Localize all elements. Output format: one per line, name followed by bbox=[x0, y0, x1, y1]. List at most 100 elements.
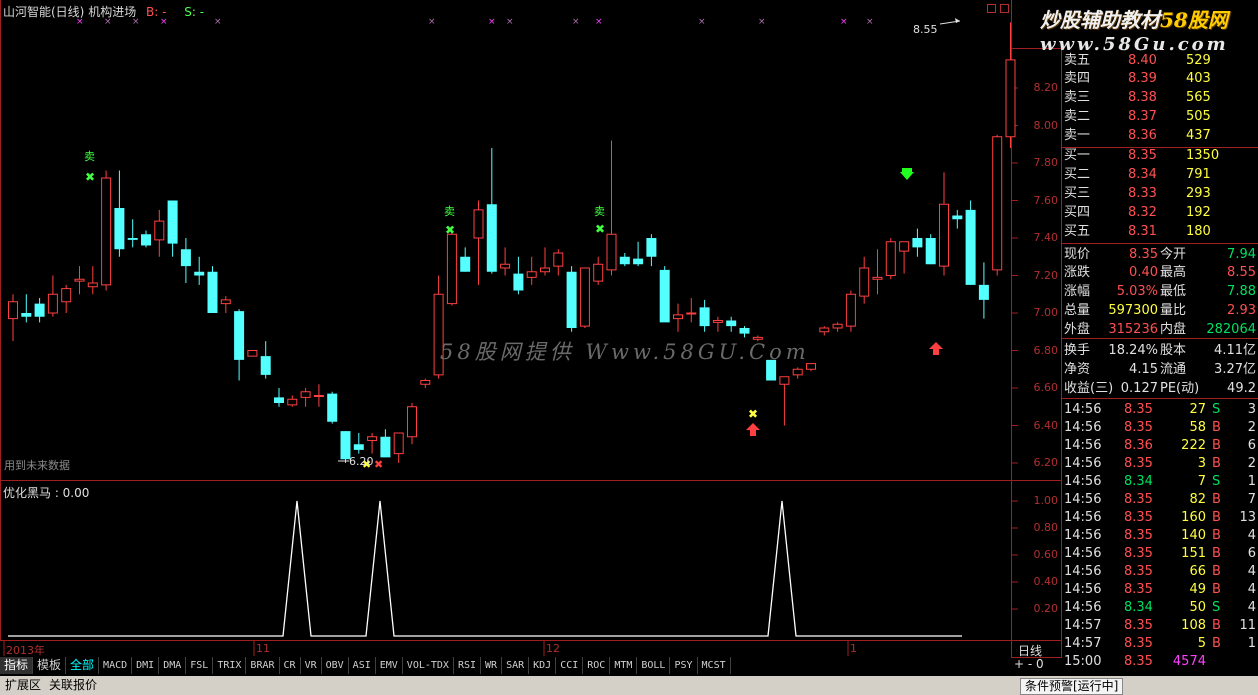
order-book-volume: 1350 bbox=[1186, 148, 1220, 163]
sell-marker: 卖 bbox=[594, 205, 605, 218]
candle-up bbox=[540, 267, 550, 273]
order-book-label: 买四 bbox=[1064, 205, 1091, 220]
tab-dmi[interactable]: DMI bbox=[132, 657, 160, 674]
candle-up bbox=[446, 233, 457, 305]
candle-down bbox=[260, 356, 271, 375]
candle-up bbox=[1005, 59, 1016, 138]
tick-volume: 27 bbox=[1189, 402, 1206, 417]
zoom-controls[interactable]: + - 0 bbox=[1014, 657, 1044, 671]
candle-down bbox=[207, 271, 218, 313]
tab-指标[interactable]: 指标 bbox=[0, 657, 34, 674]
tick-volume: 160 bbox=[1181, 510, 1206, 525]
related-quote-button[interactable]: 关联报价 bbox=[46, 677, 100, 693]
close-icon[interactable] bbox=[1000, 4, 1009, 13]
tick-volume: 108 bbox=[1181, 618, 1206, 633]
order-book-row: 卖五 8.40 529 bbox=[1062, 52, 1258, 70]
tab-mcst[interactable]: MCST bbox=[698, 657, 731, 674]
tab-cr[interactable]: CR bbox=[280, 657, 301, 674]
tick-count: 3 bbox=[1247, 402, 1256, 417]
candle-up bbox=[792, 368, 803, 376]
candle-up bbox=[872, 276, 883, 280]
order-book-label: 卖三 bbox=[1064, 90, 1091, 105]
tab-brar[interactable]: BRAR bbox=[246, 657, 280, 674]
tab-asi[interactable]: ASI bbox=[349, 657, 376, 674]
sell-cross-icon: ✖ bbox=[85, 170, 95, 184]
order-book-volume: 565 bbox=[1186, 90, 1211, 105]
candle-up bbox=[819, 327, 830, 333]
b-signal: B: - bbox=[146, 5, 167, 19]
sell-marker: 卖 bbox=[84, 150, 95, 163]
signal-mark: × bbox=[698, 17, 706, 27]
tick-price: 8.35 bbox=[1124, 528, 1153, 543]
candle-up bbox=[74, 278, 85, 282]
tick-price: 8.35 bbox=[1124, 546, 1153, 561]
tab-sar[interactable]: SAR bbox=[502, 657, 530, 674]
tick-count: 4 bbox=[1247, 600, 1256, 615]
stat-label-2: 量比 bbox=[1160, 303, 1187, 318]
tab-psy[interactable]: PSY bbox=[670, 657, 698, 674]
tab-kdj[interactable]: KDJ bbox=[529, 657, 557, 674]
tick-row: 14:57 8.35 108 B 11 bbox=[1062, 617, 1258, 635]
expand-area-button[interactable]: 扩展区 bbox=[2, 677, 44, 693]
maximize-icon[interactable] bbox=[987, 4, 996, 13]
candle-up bbox=[247, 350, 258, 357]
tick-side: B bbox=[1212, 438, 1221, 453]
candle-up bbox=[992, 136, 1003, 271]
candle-down bbox=[141, 234, 151, 246]
candle-down bbox=[925, 238, 936, 265]
tick-volume: 151 bbox=[1181, 546, 1206, 561]
candle-up bbox=[579, 267, 590, 327]
future-data-note: 用到未来数据 bbox=[4, 459, 70, 472]
stat-value: 18.24% bbox=[1108, 343, 1158, 358]
tab-vr[interactable]: VR bbox=[301, 657, 322, 674]
tab-模板[interactable]: 模板 bbox=[33, 657, 67, 674]
signal-mark: × bbox=[840, 17, 848, 27]
tab-rsi[interactable]: RSI bbox=[454, 657, 482, 674]
candle-up bbox=[87, 282, 98, 288]
stat-value: 597300 bbox=[1108, 303, 1158, 318]
tab-fsl[interactable]: FSL bbox=[186, 657, 214, 674]
tick-count: 1 bbox=[1247, 474, 1256, 489]
tick-volume: 7 bbox=[1197, 474, 1206, 489]
tab-roc[interactable]: ROC bbox=[583, 657, 611, 674]
tick-time: 14:56 bbox=[1064, 492, 1102, 507]
watermark: 58股网提供 Www.58GU.Com bbox=[440, 340, 810, 364]
stat-row: 收益(三) 0.127 PE(动) 49.2 bbox=[1062, 380, 1258, 398]
condition-alert[interactable]: 条件预警[运行中] bbox=[1020, 678, 1124, 695]
tab-wr[interactable]: WR bbox=[481, 657, 503, 674]
order-book-price: 8.35 bbox=[1128, 148, 1157, 163]
order-book-row: 买三 8.33 293 bbox=[1062, 185, 1258, 203]
candle-down bbox=[127, 238, 138, 240]
tick-price: 8.35 bbox=[1124, 582, 1153, 597]
candle-up bbox=[393, 432, 404, 455]
candle-down bbox=[167, 200, 178, 244]
tab-obv[interactable]: OBV bbox=[322, 657, 349, 674]
tab-vol-tdx[interactable]: VOL-TDX bbox=[403, 657, 454, 674]
tab-trix[interactable]: TRIX bbox=[213, 657, 247, 674]
order-book-volume: 505 bbox=[1186, 109, 1211, 124]
tab-全部[interactable]: 全部 bbox=[66, 657, 100, 674]
sell-cross-icon: ✖ bbox=[445, 223, 455, 237]
tick-price: 8.35 bbox=[1124, 402, 1153, 417]
buy-arrow-icon bbox=[746, 423, 760, 436]
tick-row: 14:56 8.36 222 B 6 bbox=[1062, 437, 1258, 455]
tab-emv[interactable]: EMV bbox=[376, 657, 403, 674]
tab-cci[interactable]: CCI bbox=[556, 657, 584, 674]
tab-mtm[interactable]: MTM bbox=[610, 657, 638, 674]
candle-up bbox=[673, 314, 683, 320]
tick-time: 15:00 bbox=[1064, 654, 1102, 669]
indicator-line bbox=[8, 500, 962, 637]
s-signal: S: - bbox=[184, 5, 205, 19]
tab-dma[interactable]: DMA bbox=[159, 657, 187, 674]
tab-boll[interactable]: BOLL bbox=[637, 657, 671, 674]
stat-row: 外盘 315236 内盘 282064 bbox=[1062, 321, 1258, 339]
stat-row: 换手 18.24% 股本 4.11亿 bbox=[1062, 342, 1258, 360]
tick-side: B bbox=[1212, 546, 1221, 561]
order-book-price: 8.38 bbox=[1128, 90, 1157, 105]
stat-value: 5.03% bbox=[1116, 284, 1158, 299]
tick-volume: 49 bbox=[1189, 582, 1206, 597]
candle-up bbox=[407, 406, 417, 438]
tab-macd[interactable]: MACD bbox=[99, 657, 133, 674]
signal-mark: × bbox=[595, 17, 603, 27]
tick-row: 14:56 8.35 82 B 7 bbox=[1062, 491, 1258, 509]
